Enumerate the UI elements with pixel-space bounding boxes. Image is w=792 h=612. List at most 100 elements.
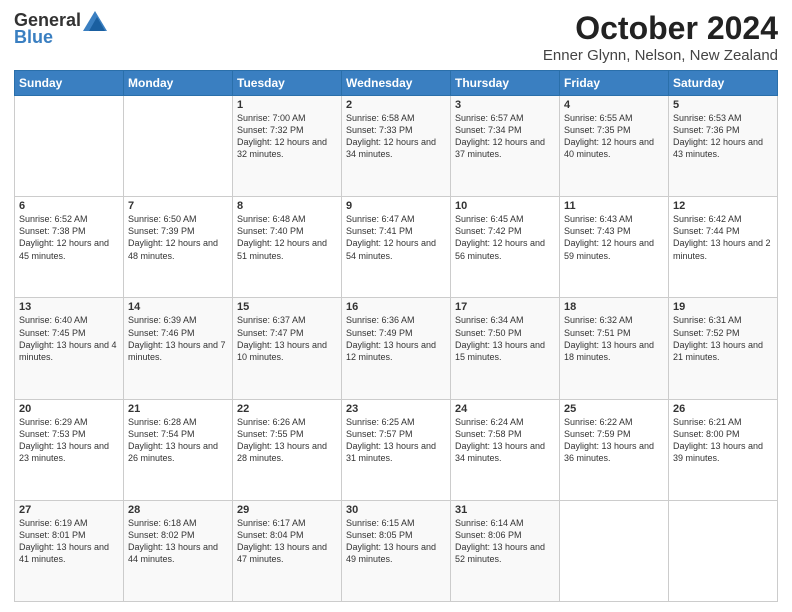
day-number: 16 xyxy=(346,301,446,313)
day-number: 8 xyxy=(237,200,337,212)
day-number: 29 xyxy=(237,504,337,516)
day-info: Sunrise: 6:31 AM Sunset: 7:52 PM Dayligh… xyxy=(673,314,773,363)
table-row: 3Sunrise: 6:57 AM Sunset: 7:34 PM Daylig… xyxy=(451,96,560,197)
day-info: Sunrise: 6:28 AM Sunset: 7:54 PM Dayligh… xyxy=(128,416,228,465)
col-sunday: Sunday xyxy=(15,71,124,96)
table-row: 30Sunrise: 6:15 AM Sunset: 8:05 PM Dayli… xyxy=(342,500,451,601)
col-tuesday: Tuesday xyxy=(233,71,342,96)
day-number: 17 xyxy=(455,301,555,313)
table-row: 26Sunrise: 6:21 AM Sunset: 8:00 PM Dayli… xyxy=(669,399,778,500)
table-row: 28Sunrise: 6:18 AM Sunset: 8:02 PM Dayli… xyxy=(124,500,233,601)
day-number: 9 xyxy=(346,200,446,212)
day-info: Sunrise: 6:52 AM Sunset: 7:38 PM Dayligh… xyxy=(19,213,119,262)
day-number: 5 xyxy=(673,99,773,111)
day-info: Sunrise: 6:45 AM Sunset: 7:42 PM Dayligh… xyxy=(455,213,555,262)
day-info: Sunrise: 6:47 AM Sunset: 7:41 PM Dayligh… xyxy=(346,213,446,262)
day-number: 28 xyxy=(128,504,228,516)
day-number: 10 xyxy=(455,200,555,212)
day-number: 23 xyxy=(346,403,446,415)
day-number: 31 xyxy=(455,504,555,516)
day-info: Sunrise: 6:58 AM Sunset: 7:33 PM Dayligh… xyxy=(346,112,446,161)
logo: General Blue xyxy=(14,10,107,48)
calendar-week-row: 6Sunrise: 6:52 AM Sunset: 7:38 PM Daylig… xyxy=(15,197,778,298)
day-info: Sunrise: 6:18 AM Sunset: 8:02 PM Dayligh… xyxy=(128,517,228,566)
table-row: 22Sunrise: 6:26 AM Sunset: 7:55 PM Dayli… xyxy=(233,399,342,500)
table-row: 1Sunrise: 7:00 AM Sunset: 7:32 PM Daylig… xyxy=(233,96,342,197)
table-row xyxy=(15,96,124,197)
day-info: Sunrise: 6:40 AM Sunset: 7:45 PM Dayligh… xyxy=(19,314,119,363)
day-number: 18 xyxy=(564,301,664,313)
day-info: Sunrise: 6:34 AM Sunset: 7:50 PM Dayligh… xyxy=(455,314,555,363)
calendar-week-row: 27Sunrise: 6:19 AM Sunset: 8:01 PM Dayli… xyxy=(15,500,778,601)
table-row: 9Sunrise: 6:47 AM Sunset: 7:41 PM Daylig… xyxy=(342,197,451,298)
day-info: Sunrise: 7:00 AM Sunset: 7:32 PM Dayligh… xyxy=(237,112,337,161)
day-number: 2 xyxy=(346,99,446,111)
table-row: 14Sunrise: 6:39 AM Sunset: 7:46 PM Dayli… xyxy=(124,298,233,399)
table-row: 4Sunrise: 6:55 AM Sunset: 7:35 PM Daylig… xyxy=(560,96,669,197)
header: General Blue October 2024 Enner Glynn, N… xyxy=(14,10,778,64)
col-friday: Friday xyxy=(560,71,669,96)
day-info: Sunrise: 6:25 AM Sunset: 7:57 PM Dayligh… xyxy=(346,416,446,465)
table-row: 20Sunrise: 6:29 AM Sunset: 7:53 PM Dayli… xyxy=(15,399,124,500)
day-number: 14 xyxy=(128,301,228,313)
day-info: Sunrise: 6:57 AM Sunset: 7:34 PM Dayligh… xyxy=(455,112,555,161)
calendar-subtitle: Enner Glynn, Nelson, New Zealand xyxy=(543,47,778,64)
day-number: 3 xyxy=(455,99,555,111)
calendar-week-row: 20Sunrise: 6:29 AM Sunset: 7:53 PM Dayli… xyxy=(15,399,778,500)
day-info: Sunrise: 6:53 AM Sunset: 7:36 PM Dayligh… xyxy=(673,112,773,161)
day-info: Sunrise: 6:39 AM Sunset: 7:46 PM Dayligh… xyxy=(128,314,228,363)
day-number: 24 xyxy=(455,403,555,415)
table-row: 17Sunrise: 6:34 AM Sunset: 7:50 PM Dayli… xyxy=(451,298,560,399)
calendar-table: Sunday Monday Tuesday Wednesday Thursday… xyxy=(14,70,778,602)
day-number: 26 xyxy=(673,403,773,415)
day-info: Sunrise: 6:50 AM Sunset: 7:39 PM Dayligh… xyxy=(128,213,228,262)
day-number: 11 xyxy=(564,200,664,212)
col-monday: Monday xyxy=(124,71,233,96)
calendar-week-row: 1Sunrise: 7:00 AM Sunset: 7:32 PM Daylig… xyxy=(15,96,778,197)
day-info: Sunrise: 6:29 AM Sunset: 7:53 PM Dayligh… xyxy=(19,416,119,465)
day-info: Sunrise: 6:19 AM Sunset: 8:01 PM Dayligh… xyxy=(19,517,119,566)
logo-blue-text: Blue xyxy=(14,27,53,48)
day-info: Sunrise: 6:22 AM Sunset: 7:59 PM Dayligh… xyxy=(564,416,664,465)
table-row: 18Sunrise: 6:32 AM Sunset: 7:51 PM Dayli… xyxy=(560,298,669,399)
day-info: Sunrise: 6:55 AM Sunset: 7:35 PM Dayligh… xyxy=(564,112,664,161)
table-row: 11Sunrise: 6:43 AM Sunset: 7:43 PM Dayli… xyxy=(560,197,669,298)
table-row: 23Sunrise: 6:25 AM Sunset: 7:57 PM Dayli… xyxy=(342,399,451,500)
table-row: 15Sunrise: 6:37 AM Sunset: 7:47 PM Dayli… xyxy=(233,298,342,399)
day-number: 22 xyxy=(237,403,337,415)
col-thursday: Thursday xyxy=(451,71,560,96)
table-row xyxy=(124,96,233,197)
table-row: 31Sunrise: 6:14 AM Sunset: 8:06 PM Dayli… xyxy=(451,500,560,601)
table-row: 13Sunrise: 6:40 AM Sunset: 7:45 PM Dayli… xyxy=(15,298,124,399)
day-number: 21 xyxy=(128,403,228,415)
day-info: Sunrise: 6:17 AM Sunset: 8:04 PM Dayligh… xyxy=(237,517,337,566)
day-number: 25 xyxy=(564,403,664,415)
table-row: 2Sunrise: 6:58 AM Sunset: 7:33 PM Daylig… xyxy=(342,96,451,197)
calendar-header-row: Sunday Monday Tuesday Wednesday Thursday… xyxy=(15,71,778,96)
page: General Blue October 2024 Enner Glynn, N… xyxy=(0,0,792,612)
table-row: 21Sunrise: 6:28 AM Sunset: 7:54 PM Dayli… xyxy=(124,399,233,500)
title-block: October 2024 Enner Glynn, Nelson, New Ze… xyxy=(543,10,778,64)
day-info: Sunrise: 6:43 AM Sunset: 7:43 PM Dayligh… xyxy=(564,213,664,262)
table-row xyxy=(560,500,669,601)
day-info: Sunrise: 6:14 AM Sunset: 8:06 PM Dayligh… xyxy=(455,517,555,566)
day-info: Sunrise: 6:21 AM Sunset: 8:00 PM Dayligh… xyxy=(673,416,773,465)
day-number: 12 xyxy=(673,200,773,212)
table-row: 16Sunrise: 6:36 AM Sunset: 7:49 PM Dayli… xyxy=(342,298,451,399)
day-info: Sunrise: 6:26 AM Sunset: 7:55 PM Dayligh… xyxy=(237,416,337,465)
calendar-week-row: 13Sunrise: 6:40 AM Sunset: 7:45 PM Dayli… xyxy=(15,298,778,399)
table-row: 27Sunrise: 6:19 AM Sunset: 8:01 PM Dayli… xyxy=(15,500,124,601)
day-number: 13 xyxy=(19,301,119,313)
day-info: Sunrise: 6:42 AM Sunset: 7:44 PM Dayligh… xyxy=(673,213,773,262)
table-row: 5Sunrise: 6:53 AM Sunset: 7:36 PM Daylig… xyxy=(669,96,778,197)
day-number: 30 xyxy=(346,504,446,516)
table-row: 8Sunrise: 6:48 AM Sunset: 7:40 PM Daylig… xyxy=(233,197,342,298)
table-row: 10Sunrise: 6:45 AM Sunset: 7:42 PM Dayli… xyxy=(451,197,560,298)
day-number: 27 xyxy=(19,504,119,516)
day-number: 19 xyxy=(673,301,773,313)
day-info: Sunrise: 6:32 AM Sunset: 7:51 PM Dayligh… xyxy=(564,314,664,363)
table-row: 29Sunrise: 6:17 AM Sunset: 8:04 PM Dayli… xyxy=(233,500,342,601)
day-info: Sunrise: 6:48 AM Sunset: 7:40 PM Dayligh… xyxy=(237,213,337,262)
day-number: 20 xyxy=(19,403,119,415)
day-number: 1 xyxy=(237,99,337,111)
